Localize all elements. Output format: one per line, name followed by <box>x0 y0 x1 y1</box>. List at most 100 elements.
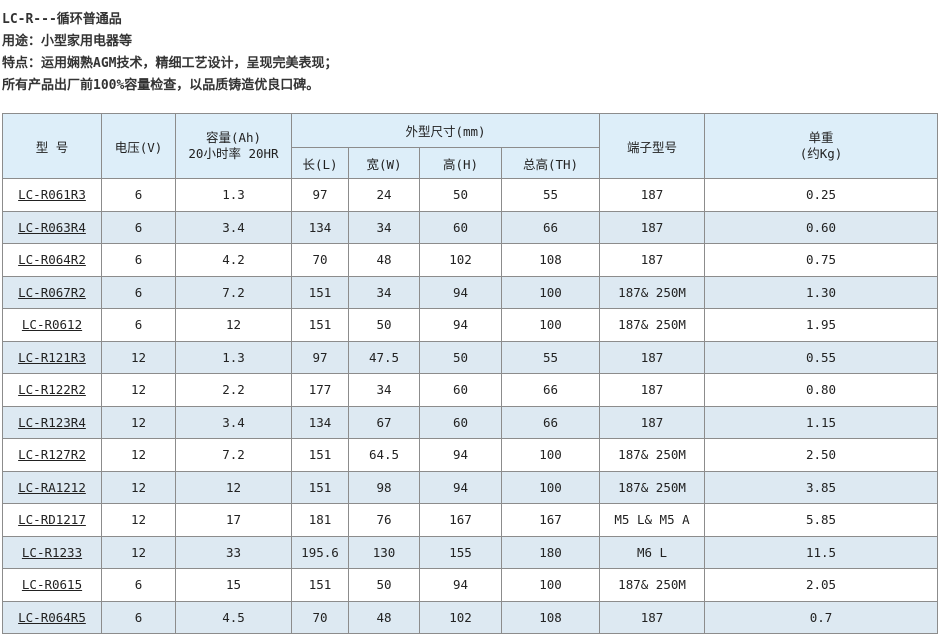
weight-cell: 11.5 <box>704 535 939 569</box>
width-cell: 67 <box>348 405 420 439</box>
header-height: 高(H) <box>419 147 502 179</box>
terminal-cell: 187& 250M <box>599 438 706 472</box>
model-cell: LC-R064R2 <box>2 243 102 277</box>
model-cell: LC-R0615 <box>2 568 102 602</box>
length-cell: 151 <box>291 568 349 602</box>
weight-cell: 1.15 <box>704 405 939 439</box>
model-cell: LC-R1233 <box>2 535 102 569</box>
width-cell: 34 <box>348 275 420 309</box>
terminal-cell: 187 <box>599 600 706 634</box>
intro-text: LC-R---循环普通品 用途：小型家用电器等 特点：运用娴熟AGM技术，精细工… <box>0 0 939 97</box>
length-cell: 70 <box>291 600 349 634</box>
voltage-cell: 12 <box>101 535 176 569</box>
capacity-cell: 2.2 <box>175 373 292 407</box>
table-row: LC-R064R2 6 4.2 70 48 102 108 187 0.75 <box>2 243 939 277</box>
width-cell: 47.5 <box>348 340 420 374</box>
length-cell: 134 <box>291 405 349 439</box>
header-width: 宽(W) <box>348 147 420 179</box>
width-cell: 50 <box>348 568 420 602</box>
header-voltage: 电压(V) <box>101 113 176 179</box>
voltage-cell: 12 <box>101 340 176 374</box>
total-height-cell: 100 <box>500 308 601 342</box>
model-cell: LC-R0612 <box>2 308 102 342</box>
terminal-cell: M6 L <box>599 535 706 569</box>
capacity-cell: 3.4 <box>175 405 292 439</box>
quality-line: 所有产品出厂前100%容量检查，以品质铸造优良口碑。 <box>2 78 320 93</box>
width-cell: 34 <box>348 210 420 244</box>
capacity-cell: 12 <box>175 470 292 504</box>
weight-cell: 1.30 <box>704 275 939 309</box>
width-cell: 48 <box>348 243 420 277</box>
height-cell: 60 <box>419 405 502 439</box>
voltage-cell: 12 <box>101 373 176 407</box>
voltage-cell: 6 <box>101 275 176 309</box>
model-cell: LC-R127R2 <box>2 438 102 472</box>
model-cell: LC-R061R3 <box>2 178 102 212</box>
capacity-cell: 1.3 <box>175 178 292 212</box>
table-header: 型 号 电压(V) 容量(Ah) 20小时率 20HR 外型尺寸(mm) 端子型… <box>2 113 939 179</box>
header-terminal: 端子型号 <box>599 113 706 179</box>
terminal-cell: 187& 250M <box>599 470 706 504</box>
model-cell: LC-RD1217 <box>2 503 102 537</box>
total-height-cell: 108 <box>500 243 601 277</box>
header-dimensions: 外型尺寸(mm) <box>290 113 601 148</box>
weight-cell: 0.25 <box>704 178 939 212</box>
width-cell: 48 <box>348 600 420 634</box>
total-height-cell: 66 <box>500 210 601 244</box>
terminal-cell: M5 L& M5 A <box>599 503 706 537</box>
terminal-cell: 187 <box>599 340 706 374</box>
total-height-cell: 180 <box>500 535 601 569</box>
capacity-cell: 7.2 <box>175 275 292 309</box>
capacity-cell: 4.2 <box>175 243 292 277</box>
weight-cell: 0.7 <box>704 600 939 634</box>
header-length: 长(L) <box>291 147 349 179</box>
model-cell: LC-R064R5 <box>2 600 102 634</box>
table-row: LC-R063R4 6 3.4 134 34 60 66 187 0.60 <box>2 210 939 244</box>
capacity-cell: 12 <box>175 308 292 342</box>
voltage-cell: 6 <box>101 600 176 634</box>
weight-cell: 5.85 <box>704 503 939 537</box>
voltage-cell: 6 <box>101 243 176 277</box>
voltage-cell: 6 <box>101 210 176 244</box>
width-cell: 98 <box>348 470 420 504</box>
voltage-cell: 12 <box>101 503 176 537</box>
length-cell: 177 <box>291 373 349 407</box>
header-total-height: 总高(TH) <box>500 147 601 179</box>
table-row: LC-R122R2 12 2.2 177 34 60 66 187 0.80 <box>2 373 939 407</box>
table-row: LC-R123R4 12 3.4 134 67 60 66 187 1.15 <box>2 405 939 439</box>
header-weight-label: 单重 <box>808 130 834 145</box>
capacity-cell: 3.4 <box>175 210 292 244</box>
length-cell: 181 <box>291 503 349 537</box>
header-model: 型 号 <box>2 113 102 179</box>
total-height-cell: 100 <box>500 438 601 472</box>
table-row: LC-RA1212 12 12 151 98 94 100 187& 250M 3.85 <box>2 470 939 504</box>
height-cell: 94 <box>419 438 502 472</box>
total-height-cell: 100 <box>500 470 601 504</box>
terminal-cell: 187 <box>599 243 706 277</box>
capacity-cell: 7.2 <box>175 438 292 472</box>
capacity-cell: 17 <box>175 503 292 537</box>
header-weight: 单重 (约Kg) <box>704 113 939 179</box>
model-cell: LC-R122R2 <box>2 373 102 407</box>
table-row: LC-R1233 12 33 195.6 130 155 180 M6 L 11.5 <box>2 535 939 569</box>
voltage-cell: 12 <box>101 470 176 504</box>
voltage-cell: 6 <box>101 568 176 602</box>
length-cell: 134 <box>291 210 349 244</box>
total-height-cell: 167 <box>500 503 601 537</box>
voltage-cell: 6 <box>101 308 176 342</box>
total-height-cell: 55 <box>500 340 601 374</box>
total-height-cell: 66 <box>500 405 601 439</box>
table-row: LC-R061R3 6 1.3 97 24 50 55 187 0.25 <box>2 178 939 212</box>
height-cell: 94 <box>419 275 502 309</box>
weight-cell: 3.85 <box>704 470 939 504</box>
header-weight-unit: (约Kg) <box>799 146 843 161</box>
terminal-cell: 187 <box>599 178 706 212</box>
voltage-cell: 6 <box>101 178 176 212</box>
terminal-cell: 187& 250M <box>599 275 706 309</box>
width-cell: 34 <box>348 373 420 407</box>
height-cell: 94 <box>419 568 502 602</box>
table-row: LC-RD1217 12 17 181 76 167 167 M5 L& M5 A 5.85 <box>2 503 939 537</box>
weight-cell: 0.75 <box>704 243 939 277</box>
capacity-cell: 1.3 <box>175 340 292 374</box>
total-height-cell: 55 <box>500 178 601 212</box>
